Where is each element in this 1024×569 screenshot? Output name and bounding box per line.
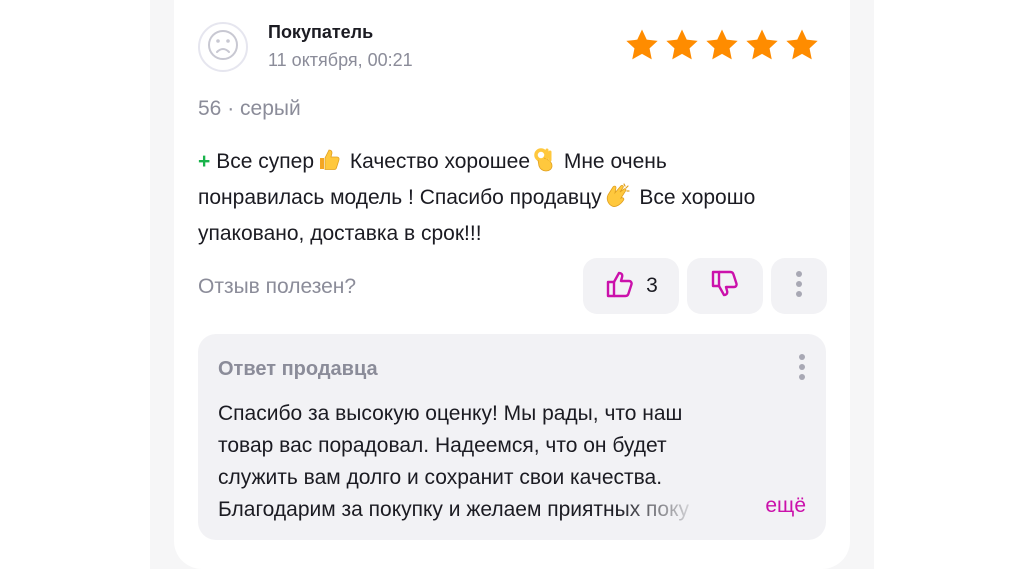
clapping-hands-emoji (604, 182, 632, 218)
helpful-question: Отзыв полезен? (198, 275, 357, 298)
seller-reply: Ответ продавца Спасибо за высокую оценку… (198, 334, 826, 540)
sad-face-icon (206, 28, 240, 67)
author-name: Покупатель (268, 22, 374, 42)
rating-stars (624, 28, 820, 62)
reply-line: товар вас порадовал. Надеемся, что он бу… (218, 434, 667, 457)
review-date: 11 октября, 00:21 (268, 50, 413, 70)
review-more-button[interactable] (771, 258, 827, 314)
star-icon (784, 28, 820, 62)
star-icon (704, 28, 740, 62)
vertical-dots-icon (795, 269, 803, 304)
page-margin-right (874, 0, 1024, 569)
review-text: + Все супер Качество хорошее Мне очень по… (198, 146, 758, 250)
reply-more-button[interactable] (798, 352, 806, 387)
read-more-link[interactable]: ещё (761, 494, 806, 518)
pros-marker: + (198, 150, 211, 173)
page-margin-left (0, 0, 150, 569)
seller-reply-text: Спасибо за высокую оценку! Мы рады, что … (218, 398, 808, 526)
vertical-dots-icon (798, 354, 806, 386)
like-button[interactable]: 3 (583, 258, 679, 314)
star-icon (624, 28, 660, 62)
thumbs-up-icon (604, 269, 636, 304)
reply-line-truncated: Благодарим за покупку и желаем приятных … (218, 498, 690, 521)
star-icon (744, 28, 780, 62)
ok-hand-emoji (532, 146, 556, 182)
like-count: 3 (646, 274, 658, 297)
thumbs-up-emoji (316, 146, 342, 182)
thumbs-down-icon (709, 269, 741, 304)
seller-reply-title: Ответ продавца (218, 358, 378, 380)
product-variant: 56 · серый (198, 97, 301, 120)
review-text-part: Все супер (216, 150, 315, 173)
reply-line: служить вам долго и сохранит свои качест… (218, 466, 663, 489)
reply-line: Благодарим за покупку и желаем приятных … (218, 494, 808, 526)
dislike-button[interactable] (687, 258, 763, 314)
review-text-part: Качество хорошее (344, 150, 530, 173)
avatar (198, 22, 248, 72)
star-icon (664, 28, 700, 62)
reply-line: Спасибо за высокую оценку! Мы рады, что … (218, 402, 683, 425)
